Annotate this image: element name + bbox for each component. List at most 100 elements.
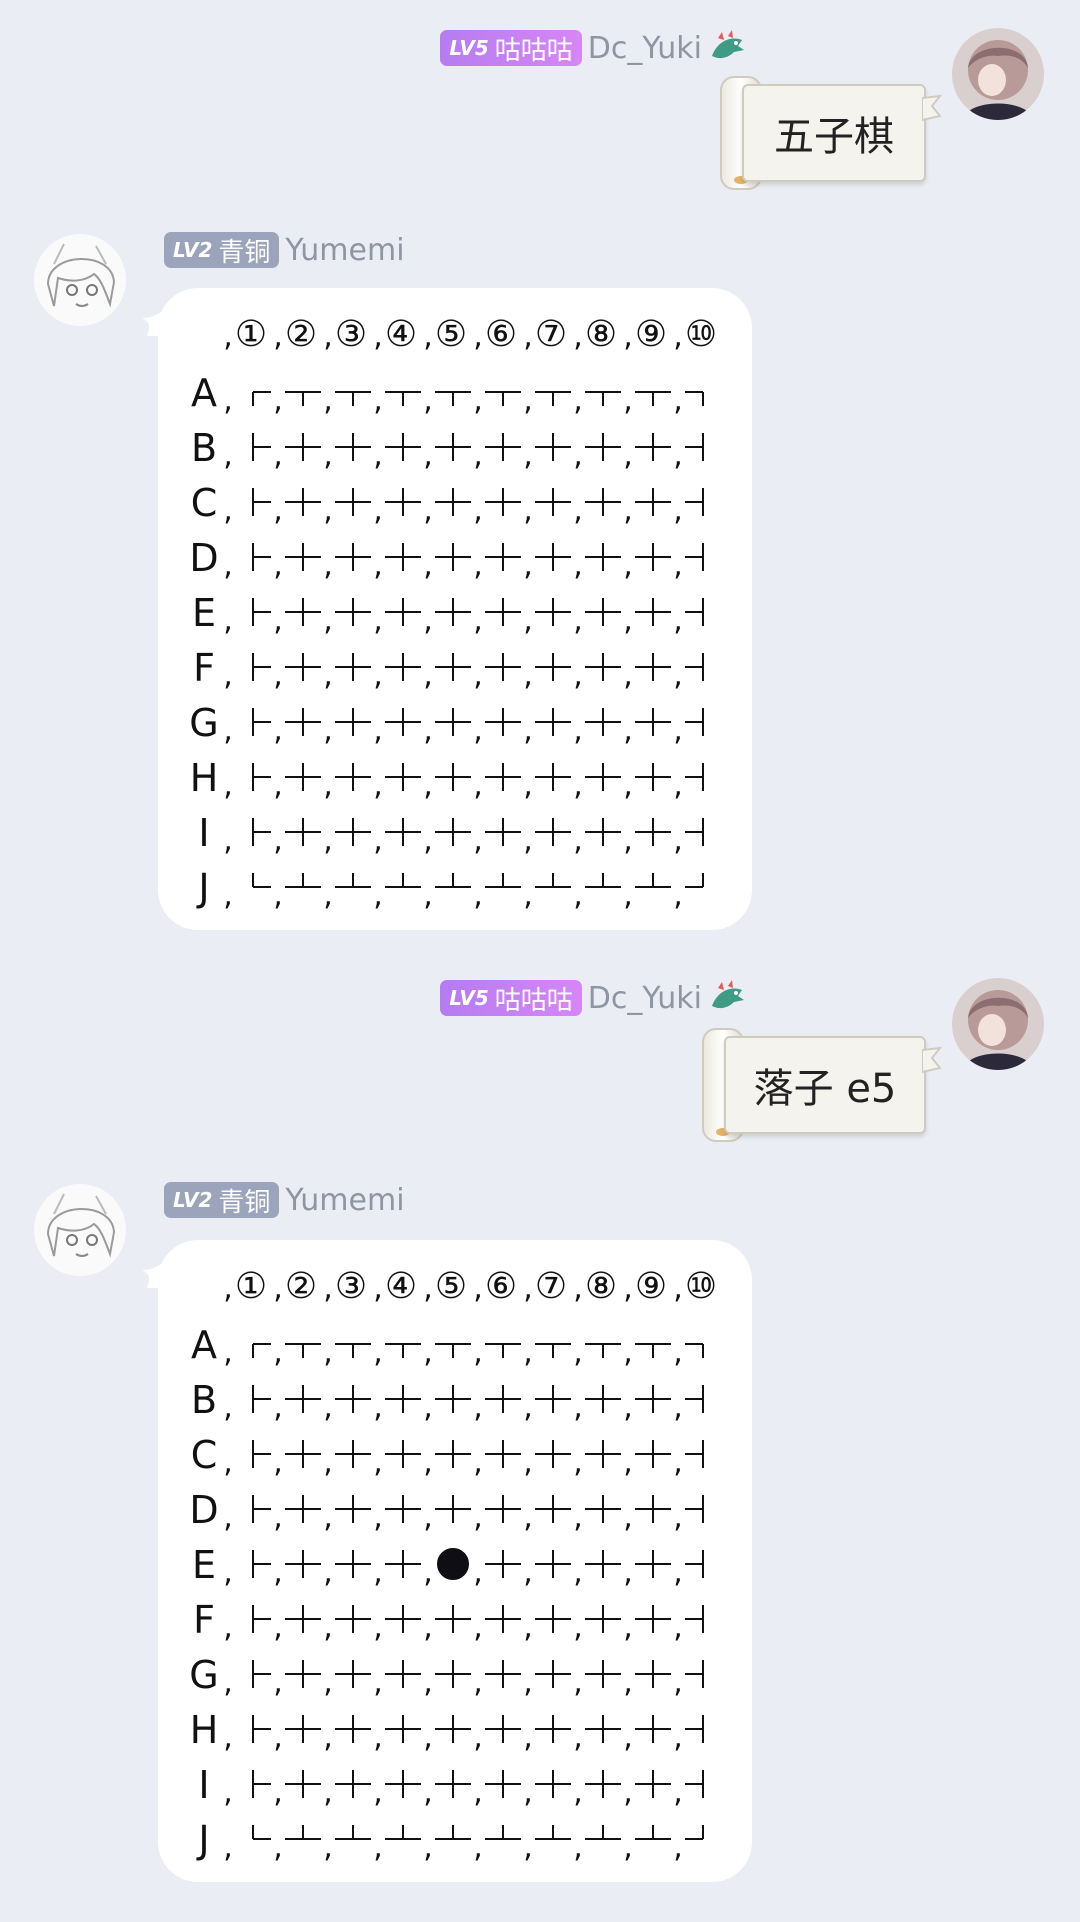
separator: ,: [623, 1335, 633, 1370]
separator: ,: [423, 658, 433, 693]
separator: ,: [273, 548, 283, 583]
avatar-yumemi[interactable]: [34, 1184, 126, 1276]
board-cell: [635, 1440, 671, 1468]
board-cell: [685, 488, 704, 516]
separator: ,: [673, 1720, 683, 1755]
separator: ,: [323, 1390, 333, 1425]
separator: ,: [273, 658, 283, 693]
separator: ,: [473, 713, 483, 748]
board-cell: [685, 1343, 704, 1358]
gomoku-board: ①, ②, ③, ④, ⑤, ⑥, ⑦, ⑧, ⑨, ⑩,A,,,,,,,,, ,B,,,,,,,,…: [189, 1266, 717, 1865]
board-cell: [485, 763, 521, 791]
board-cell: [435, 1495, 471, 1523]
separator: ,: [523, 1555, 533, 1590]
board-cell: [435, 1660, 471, 1688]
separator: ,: [223, 438, 233, 473]
username[interactable]: Yumemi: [285, 233, 404, 268]
board-cell: [385, 433, 421, 461]
board-cell: [535, 873, 571, 888]
level-title: 青铜: [218, 237, 271, 268]
col-label: ⑧: [585, 1266, 617, 1307]
board-cell: [252, 1660, 271, 1688]
row-label: J: [196, 866, 209, 910]
board-cell: [685, 873, 704, 888]
board-cell: [435, 433, 471, 461]
row-label: C: [191, 1433, 218, 1477]
board-cell: [685, 1550, 704, 1578]
separator: ,: [623, 493, 633, 528]
board-cell: [335, 1343, 371, 1358]
col-label: ②: [285, 1266, 317, 1307]
separator: ,: [373, 319, 383, 354]
board-cell: [335, 1715, 371, 1743]
col-label: ①: [235, 314, 267, 355]
level-text: LV2: [173, 238, 213, 262]
username[interactable]: Yumemi: [285, 1183, 404, 1218]
separator: ,: [323, 1335, 333, 1370]
message-bubble[interactable]: ①,②,③,④,⑤,⑥,⑦,⑧,⑨,⑩,A,,,,,,,,,,B,,,,,,,,…: [142, 1240, 752, 1882]
separator: ,: [673, 1335, 683, 1370]
separator: ,: [673, 319, 683, 354]
row-label: A: [191, 1323, 217, 1367]
col-label: ⑦: [535, 314, 567, 355]
board-cell: [635, 873, 671, 888]
board-cell: [585, 1385, 621, 1413]
separator: ,: [573, 768, 583, 803]
separator: ,: [373, 768, 383, 803]
separator: ,: [473, 878, 483, 913]
board-cell: [385, 1385, 421, 1413]
message-bubble[interactable]: 五子棋: [720, 76, 942, 190]
board-cell: [385, 1495, 421, 1523]
message-bubble[interactable]: 落子 e5: [702, 1028, 942, 1142]
board-cell: [585, 763, 621, 791]
username[interactable]: Dc_Yuki: [588, 31, 702, 66]
board-cell: [535, 433, 571, 461]
board-cell: [385, 653, 421, 681]
dragon-icon: [712, 980, 744, 1009]
board-cell: [635, 818, 671, 846]
board-cell: [635, 1715, 671, 1743]
username[interactable]: Dc_Yuki: [588, 981, 702, 1016]
separator: ,: [623, 1610, 633, 1645]
board-cell: [252, 1825, 271, 1840]
board-cell: [435, 488, 471, 516]
board-cell: [485, 543, 521, 571]
col-label: ③: [335, 1266, 367, 1307]
board-cell: [285, 653, 321, 681]
separator: ,: [423, 1830, 433, 1865]
separator: ,: [673, 1390, 683, 1425]
separator: ,: [273, 319, 283, 354]
avatar-dc-yuki[interactable]: [952, 28, 1044, 120]
avatar-yumemi[interactable]: [34, 234, 126, 326]
board-cell: [585, 598, 621, 626]
separator: ,: [323, 1555, 333, 1590]
board-cell: [335, 488, 371, 516]
board-cell: [585, 818, 621, 846]
separator: ,: [523, 1335, 533, 1370]
board-cell: [252, 818, 271, 846]
separator: ,: [323, 1720, 333, 1755]
board-cell: [535, 1605, 571, 1633]
board-cell: [385, 1770, 421, 1798]
separator: ,: [673, 1555, 683, 1590]
separator: ,: [573, 823, 583, 858]
board-cell: [385, 488, 421, 516]
board-cell: [585, 1660, 621, 1688]
separator: ,: [373, 548, 383, 583]
separator: ,: [423, 823, 433, 858]
message-bubble[interactable]: ①,②,③,④,⑤,⑥,⑦,⑧,⑨,⑩,A,,,,,,,,,,B,,,,,,,,…: [142, 288, 752, 930]
board-cell: [485, 818, 521, 846]
board-cell: [335, 1495, 371, 1523]
board-cell: [535, 708, 571, 736]
separator: ,: [573, 1500, 583, 1535]
row-label: F: [193, 646, 215, 690]
board-cell: [485, 1770, 521, 1798]
separator: ,: [223, 768, 233, 803]
separator: ,: [223, 823, 233, 858]
separator: ,: [573, 603, 583, 638]
separator: ,: [273, 1335, 283, 1370]
separator: ,: [223, 1830, 233, 1865]
row-label: F: [193, 1598, 215, 1642]
avatar-dc-yuki[interactable]: [952, 978, 1044, 1070]
separator: ,: [573, 1271, 583, 1306]
